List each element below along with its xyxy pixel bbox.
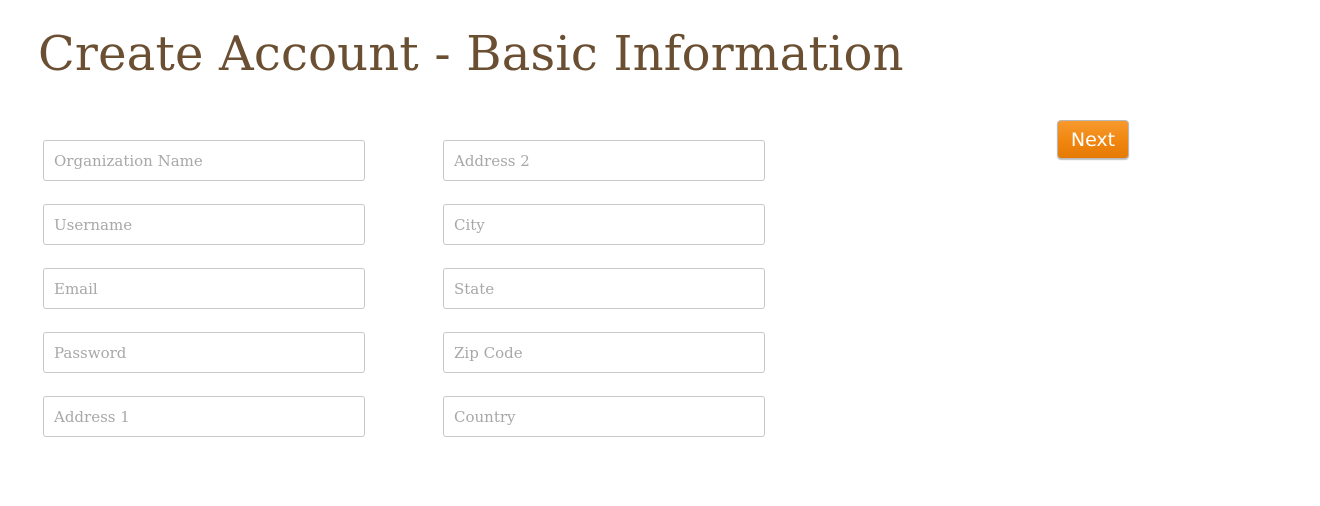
city-input[interactable] — [443, 204, 765, 245]
country-input[interactable] — [443, 396, 765, 437]
username-input[interactable] — [43, 204, 365, 245]
next-button[interactable]: Next — [1057, 120, 1129, 159]
page-title: Create Account - Basic Information — [38, 26, 904, 82]
organization-name-input[interactable] — [43, 140, 365, 181]
password-input[interactable] — [43, 332, 365, 373]
address-2-input[interactable] — [443, 140, 765, 181]
address-1-input[interactable] — [43, 396, 365, 437]
state-input[interactable] — [443, 268, 765, 309]
zip-code-input[interactable] — [443, 332, 765, 373]
email-input[interactable] — [43, 268, 365, 309]
